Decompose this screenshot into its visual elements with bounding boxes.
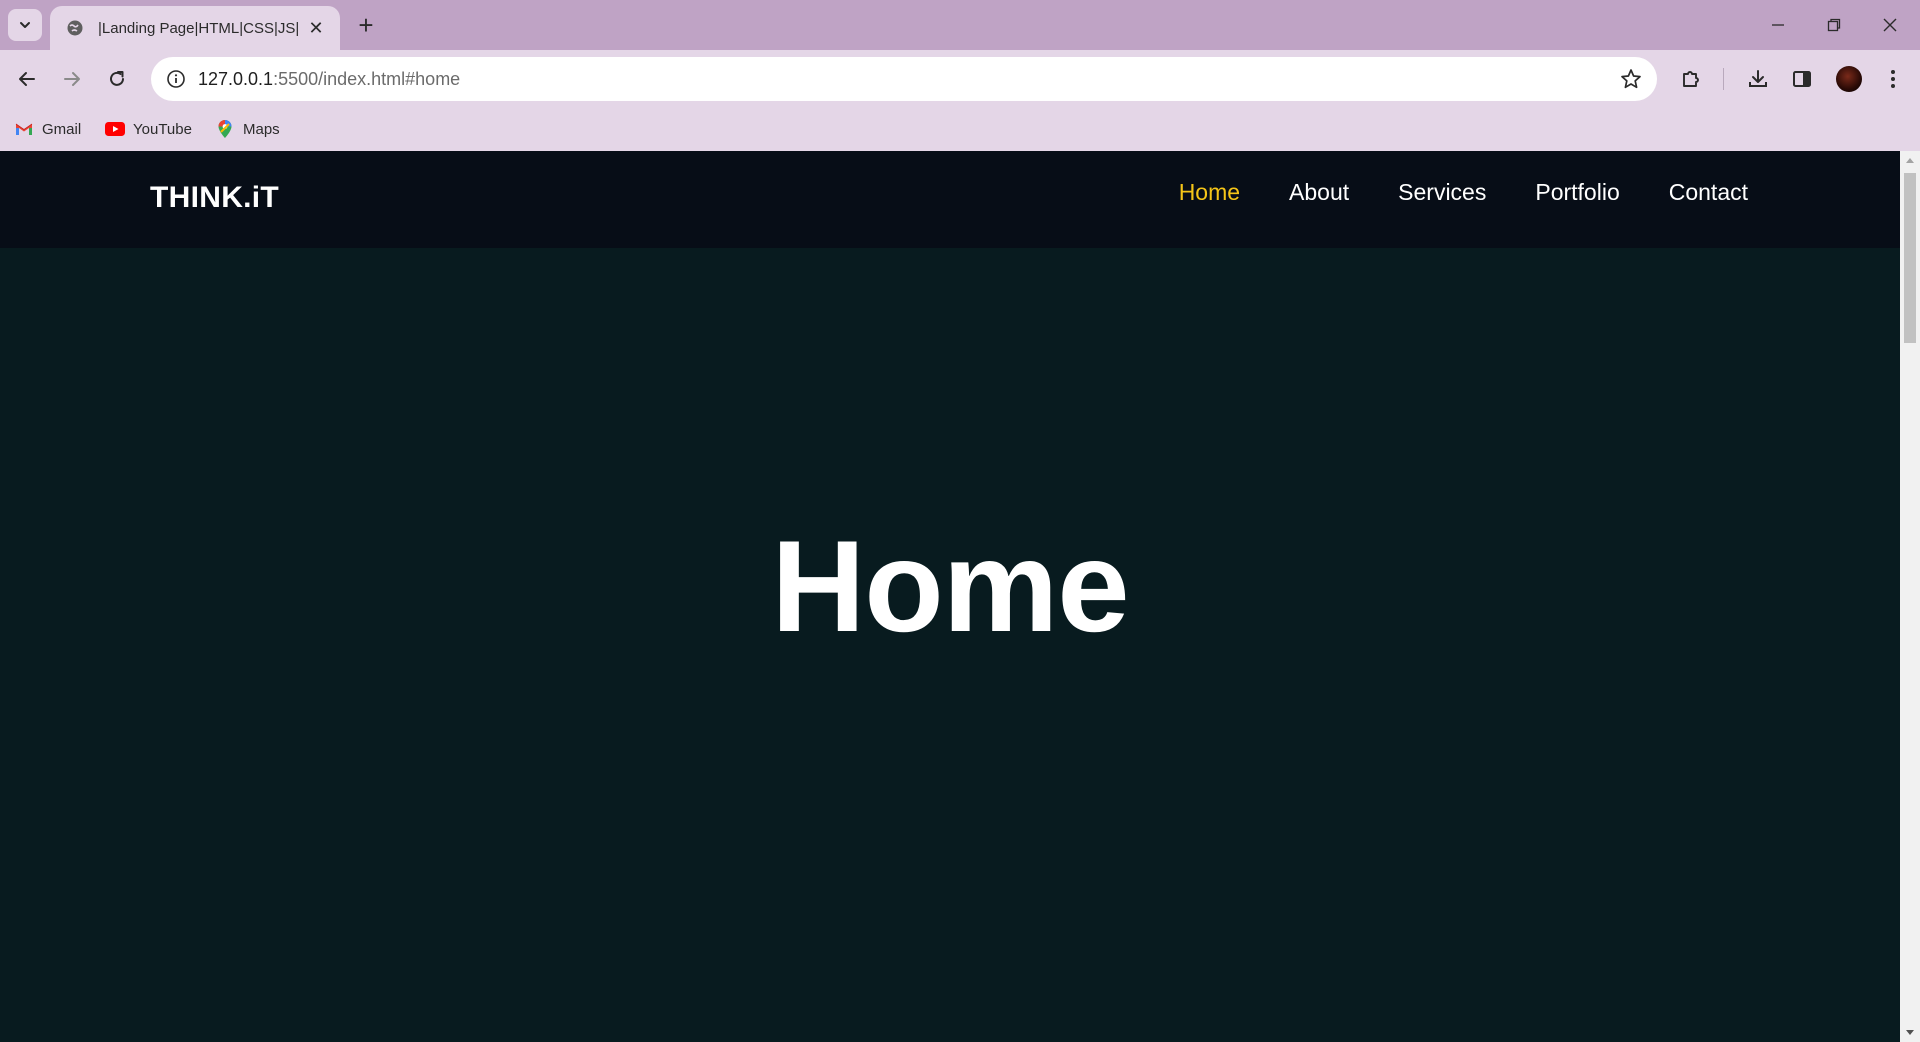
nav-services[interactable]: Services xyxy=(1398,179,1486,206)
forward-button[interactable] xyxy=(53,60,91,98)
kebab-menu-icon xyxy=(1891,70,1895,88)
scroll-down-arrow-icon[interactable] xyxy=(1905,1028,1915,1038)
scrollbar-thumb[interactable] xyxy=(1904,173,1916,343)
close-window-button[interactable] xyxy=(1862,0,1918,50)
minimize-icon xyxy=(1772,24,1784,26)
site-header: THINK.iT Home About Services Portfolio C… xyxy=(0,151,1900,248)
bookmark-youtube[interactable]: YouTube xyxy=(105,118,192,140)
site-nav: Home About Services Portfolio Contact xyxy=(1179,179,1748,206)
minimize-button[interactable] xyxy=(1750,0,1806,50)
profile-avatar[interactable] xyxy=(1836,66,1862,92)
page-scrollbar[interactable] xyxy=(1900,151,1920,1042)
address-url: 127.0.0.1:5500/index.html#home xyxy=(198,69,460,90)
browser-menu-button[interactable] xyxy=(1877,63,1909,95)
nav-home[interactable]: Home xyxy=(1179,179,1240,206)
download-icon xyxy=(1749,70,1767,87)
puzzle-icon xyxy=(1683,71,1699,87)
restore-button[interactable] xyxy=(1806,0,1862,50)
chevron-down-icon xyxy=(20,22,30,28)
url-path: :5500/index.html#home xyxy=(273,68,461,89)
bookmark-maps[interactable]: Maps xyxy=(215,118,280,140)
close-icon xyxy=(1883,18,1897,32)
tab-title: |Landing Page|HTML|CSS|JS| xyxy=(98,19,300,37)
scroll-up-arrow-icon[interactable] xyxy=(1905,155,1915,165)
browser-tab[interactable]: |Landing Page|HTML|CSS|JS| ✕ xyxy=(50,6,340,50)
bookmark-label: YouTube xyxy=(133,120,192,138)
url-host: 127.0.0.1 xyxy=(198,68,274,89)
side-panel-button[interactable] xyxy=(1786,63,1818,95)
extensions-button[interactable] xyxy=(1675,63,1707,95)
forward-arrow-icon xyxy=(64,72,80,86)
hero-title: Home xyxy=(771,513,1129,659)
new-tab-button[interactable]: + xyxy=(350,9,382,41)
address-bar[interactable]: 127.0.0.1:5500/index.html#home xyxy=(151,57,1657,101)
maps-icon xyxy=(215,120,235,138)
browser-toolbar: 127.0.0.1:5500/index.html#home xyxy=(0,50,1920,108)
tab-search-button[interactable] xyxy=(8,9,42,41)
downloads-button[interactable] xyxy=(1742,63,1774,95)
bookmarks-bar: Gmail YouTube Maps xyxy=(0,108,1920,151)
nav-portfolio[interactable]: Portfolio xyxy=(1535,179,1619,206)
bookmark-label: Maps xyxy=(243,120,280,138)
nav-about[interactable]: About xyxy=(1289,179,1349,206)
reload-icon xyxy=(110,71,124,86)
restore-icon xyxy=(1827,18,1841,32)
youtube-icon xyxy=(105,120,125,138)
bookmark-gmail[interactable]: Gmail xyxy=(14,118,81,140)
globe-icon xyxy=(64,17,86,39)
page-viewport: THINK.iT Home About Services Portfolio C… xyxy=(0,151,1900,1042)
nav-contact[interactable]: Contact xyxy=(1669,179,1748,206)
browser-tabstrip: |Landing Page|HTML|CSS|JS| ✕ + xyxy=(0,0,1920,50)
bookmark-star-icon[interactable] xyxy=(1619,67,1643,91)
site-info-icon[interactable] xyxy=(154,57,198,101)
site-logo[interactable]: THINK.iT xyxy=(150,181,279,215)
bookmark-label: Gmail xyxy=(42,120,82,138)
side-panel-icon xyxy=(1793,71,1811,87)
back-button[interactable] xyxy=(8,60,46,98)
tab-close-icon[interactable]: ✕ xyxy=(304,16,328,40)
toolbar-separator xyxy=(1723,68,1724,90)
back-arrow-icon xyxy=(19,72,35,86)
gmail-icon xyxy=(14,120,34,138)
reload-button[interactable] xyxy=(98,60,136,98)
